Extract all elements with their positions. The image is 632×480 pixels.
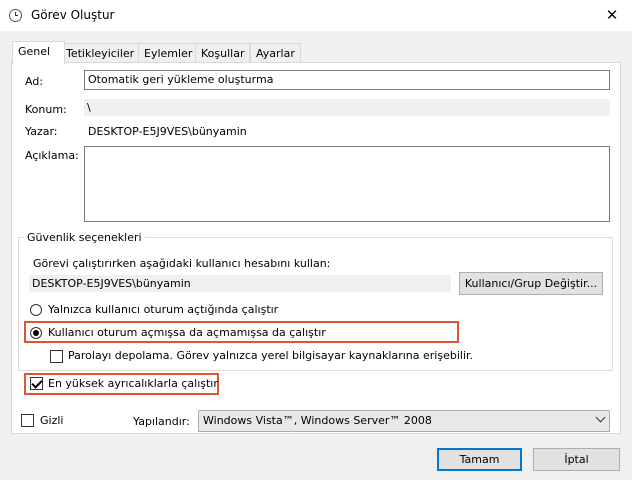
configure-for-value: Windows Vista™, Windows Server™ 2008 xyxy=(203,414,432,427)
author-value: DESKTOP-E5J9VES\bünyamin xyxy=(88,125,247,138)
radio-logged-on-only-label: Yalnızca kullanıcı oturum açtığında çalı… xyxy=(48,303,279,316)
security-group-title: Güvenlik seçenekleri xyxy=(24,231,145,244)
change-user-button[interactable]: Kullanıcı/Grup Değiştir... xyxy=(459,272,603,295)
location-label: Konum: xyxy=(25,103,67,116)
chevron-down-icon xyxy=(595,412,606,423)
name-label: Ad: xyxy=(25,75,44,88)
account-value: DESKTOP-E5J9VES\bünyamin xyxy=(29,275,451,292)
tab-general[interactable]: Genel xyxy=(12,41,65,64)
author-label: Yazar: xyxy=(25,125,58,138)
tab-triggers[interactable]: Tetikleyiciler xyxy=(60,43,141,63)
do-not-store-password-checkbox[interactable] xyxy=(50,350,63,363)
window-title: Görev Oluştur xyxy=(31,8,115,22)
hidden-checkbox[interactable] xyxy=(21,414,34,427)
account-prompt: Görevi çalıştırırken aşağıdaki kullanıcı… xyxy=(33,257,331,270)
tab-conditions[interactable]: Koşullar xyxy=(195,43,251,63)
cancel-button[interactable]: İptal xyxy=(533,448,620,471)
name-input[interactable]: Otomatik geri yükleme oluşturma xyxy=(84,70,610,90)
do-not-store-password-label: Parolayı depolama. Görev yalnızca yerel … xyxy=(68,349,474,362)
description-label: Açıklama: xyxy=(25,149,79,162)
radio-run-whether-label: Kullanıcı oturum açmışsa da açmamışsa da… xyxy=(48,326,326,339)
ok-button[interactable]: Tamam xyxy=(437,448,522,471)
highest-privileges-checkbox[interactable] xyxy=(30,377,43,390)
tab-actions[interactable]: Eylemler xyxy=(138,43,199,63)
description-textarea[interactable] xyxy=(84,146,610,222)
configure-for-select[interactable]: Windows Vista™, Windows Server™ 2008 xyxy=(198,410,610,432)
configure-label: Yapılandır: xyxy=(133,415,190,428)
radio-logged-on-only[interactable] xyxy=(30,304,42,316)
close-button[interactable]: ✕ xyxy=(600,4,624,26)
location-value: \ xyxy=(84,99,610,116)
clock-icon xyxy=(9,9,22,22)
highest-privileges-label: En yüksek ayrıcalıklarla çalıştır xyxy=(48,377,218,390)
tab-settings[interactable]: Ayarlar xyxy=(250,43,301,63)
radio-run-whether-logged-on[interactable] xyxy=(30,327,42,339)
hidden-label: Gizli xyxy=(40,414,64,427)
